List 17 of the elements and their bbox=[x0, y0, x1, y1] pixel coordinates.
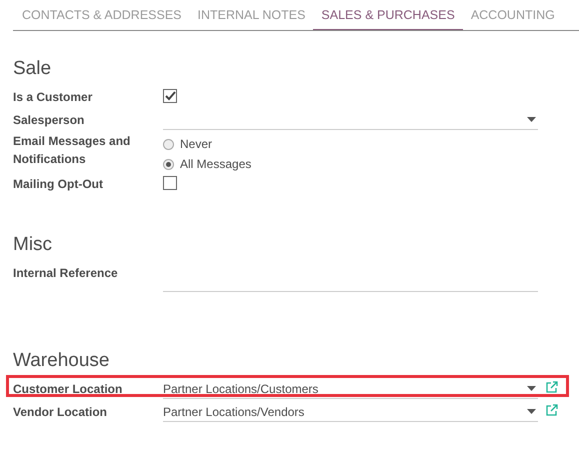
dropdown-field[interactable]: Partner Locations/Customers bbox=[163, 379, 538, 399]
field-value: Partner Locations/Vendors bbox=[163, 404, 304, 418]
section-heading: Sale bbox=[13, 58, 52, 80]
tab[interactable]: SALES & PURCHASES bbox=[313, 0, 463, 30]
field-label: Mailing Opt-Out bbox=[13, 176, 104, 193]
field-label: Email Messages and Notifications bbox=[13, 133, 132, 168]
dropdown-field[interactable]: Partner Locations/Vendors bbox=[163, 402, 538, 422]
section-heading: Misc bbox=[13, 234, 54, 256]
field-label: Internal Reference bbox=[13, 265, 119, 282]
radio-option[interactable]: All Messages bbox=[163, 157, 538, 171]
field-label: Is a Customer bbox=[13, 89, 94, 106]
section-heading: Warehouse bbox=[13, 350, 110, 372]
field-label: Vendor Location bbox=[13, 404, 108, 421]
field-label: Salesperson bbox=[13, 112, 86, 129]
field-value: Partner Locations/Customers bbox=[163, 382, 318, 396]
field-label: Customer Location bbox=[13, 381, 124, 398]
radio-option[interactable]: Never bbox=[163, 137, 538, 151]
